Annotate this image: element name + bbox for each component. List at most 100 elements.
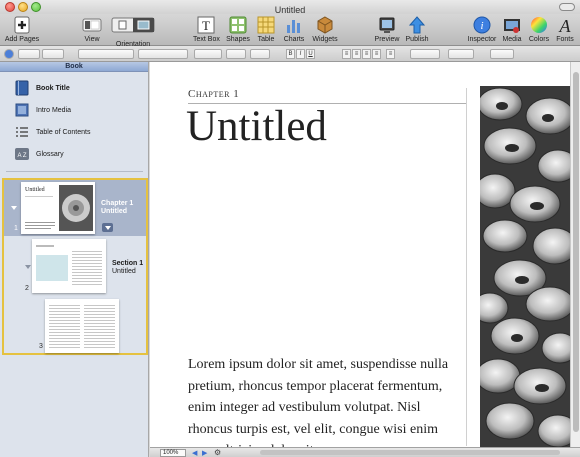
table-button[interactable]: Table bbox=[255, 15, 277, 43]
media-button[interactable]: Media bbox=[500, 15, 524, 43]
sidebar-item-label: Book Title bbox=[36, 84, 70, 92]
text-box-button[interactable]: T Text Box bbox=[193, 15, 220, 43]
colors-button[interactable]: Colors bbox=[527, 15, 551, 43]
media-icon bbox=[504, 19, 520, 33]
chapter-row[interactable]: 1 Untitled Chapter 1 Untitled bbox=[4, 180, 146, 236]
styles-drawer-button[interactable] bbox=[4, 49, 14, 59]
section-disclosure-icon[interactable] bbox=[25, 265, 31, 269]
widgets-button[interactable]: Widgets bbox=[311, 15, 339, 43]
list-style-popup[interactable] bbox=[42, 49, 64, 59]
view-label: View bbox=[84, 36, 100, 43]
chapter-menu-button[interactable] bbox=[102, 223, 113, 232]
charts-button[interactable]: Charts bbox=[282, 15, 306, 43]
sidebar-item-glossary[interactable]: A Z Glossary bbox=[14, 145, 64, 163]
section-title: Section 1 bbox=[112, 260, 144, 267]
flower-photo[interactable] bbox=[480, 86, 570, 447]
charts-icon bbox=[287, 20, 300, 33]
chapter-label[interactable]: Chapter 1 bbox=[188, 88, 239, 100]
fonts-icon: A bbox=[559, 16, 572, 35]
next-page-icon[interactable]: ▶ bbox=[202, 449, 207, 457]
previous-page-icon[interactable]: ◀ bbox=[192, 449, 197, 457]
section-thumbnail[interactable] bbox=[32, 239, 106, 293]
section-number: 2 bbox=[25, 285, 29, 292]
list-icon bbox=[16, 127, 28, 137]
text-color-well[interactable] bbox=[226, 49, 246, 59]
orientation-icon bbox=[111, 17, 155, 33]
font-family-popup[interactable] bbox=[78, 49, 134, 59]
svg-text:i: i bbox=[480, 20, 483, 32]
bold-button[interactable]: B bbox=[286, 49, 295, 59]
align-center-button[interactable]: ≡ bbox=[352, 49, 361, 59]
text-box-label: Text Box bbox=[193, 36, 220, 43]
calla-lily-image bbox=[480, 86, 570, 447]
thumbnail-title: Untitled bbox=[25, 187, 45, 193]
shapes-button[interactable]: Shapes bbox=[226, 15, 250, 43]
body-text[interactable]: Lorem ipsum dolor sit amet, suspendisse … bbox=[188, 354, 464, 457]
book-sidebar: Book Book Title Intro Media Table of Con… bbox=[0, 62, 149, 457]
add-pages-label: Add Pages bbox=[4, 36, 40, 43]
page-thumbnail[interactable] bbox=[45, 299, 119, 353]
preview-label: Preview bbox=[374, 36, 400, 43]
paragraph-style-popup[interactable] bbox=[18, 49, 40, 59]
align-right-button[interactable]: ≡ bbox=[362, 49, 371, 59]
colors-label: Colors bbox=[528, 36, 550, 43]
chapter-title: Chapter 1 bbox=[101, 200, 134, 207]
underline-button[interactable]: U bbox=[306, 49, 315, 59]
horizontal-scrollbar[interactable] bbox=[260, 450, 560, 455]
italic-button[interactable]: I bbox=[296, 49, 305, 59]
toolbar: Add Pages View Orientation T Text Box Sh… bbox=[0, 14, 580, 48]
preview-icon bbox=[379, 17, 395, 33]
sidebar-item-table-of-contents[interactable]: Table of Contents bbox=[14, 123, 90, 141]
inspector-button[interactable]: i Inspector bbox=[467, 15, 497, 43]
sidebar-item-label: Table of Contents bbox=[36, 128, 91, 136]
media-label: Media bbox=[502, 36, 522, 43]
align-left-button[interactable]: ≡ bbox=[342, 49, 351, 59]
sidebar-item-book-title[interactable]: Book Title bbox=[14, 79, 70, 97]
view-button[interactable]: View bbox=[80, 15, 104, 43]
columns-popup[interactable] bbox=[448, 49, 474, 59]
text-box-icon: T bbox=[197, 16, 215, 34]
charts-label: Charts bbox=[283, 36, 305, 43]
shapes-icon bbox=[229, 16, 247, 34]
sidebar-header: Book bbox=[0, 62, 148, 72]
list-bullets-popup[interactable] bbox=[490, 49, 514, 59]
line-spacing-popup[interactable] bbox=[410, 49, 440, 59]
vertical-scrollbar[interactable] bbox=[570, 62, 580, 447]
sidebar-divider bbox=[6, 171, 143, 172]
disclosure-triangle-icon[interactable] bbox=[11, 206, 17, 210]
chapter-subtitle: Untitled bbox=[101, 208, 128, 215]
font-size-popup[interactable] bbox=[194, 49, 222, 59]
align-justify-button[interactable]: ≡ bbox=[372, 49, 381, 59]
gear-icon[interactable]: ⚙ bbox=[214, 448, 221, 457]
minimize-window-button[interactable] bbox=[18, 2, 28, 12]
thumbnail-photo bbox=[59, 185, 93, 231]
highlight-color-well[interactable] bbox=[250, 49, 270, 59]
zoom-popup[interactable]: 100% bbox=[160, 449, 186, 457]
publish-button[interactable]: Publish bbox=[404, 15, 430, 43]
shapes-label: Shapes bbox=[226, 36, 250, 43]
orientation-button[interactable]: Orientation bbox=[110, 15, 156, 48]
vertical-align-button[interactable]: ≡ bbox=[386, 49, 395, 59]
document-canvas[interactable]: Chapter 1 Untitled Lorem ipsum dolor sit… bbox=[150, 62, 570, 457]
close-window-button[interactable] bbox=[5, 2, 15, 12]
add-pages-button[interactable]: Add Pages bbox=[4, 15, 40, 43]
chevron-down-icon bbox=[105, 226, 111, 230]
fonts-button[interactable]: A Fonts bbox=[554, 15, 576, 43]
document-title[interactable]: Untitled bbox=[186, 102, 327, 151]
preview-button[interactable]: Preview bbox=[374, 15, 400, 43]
toolbar-toggle-button[interactable] bbox=[559, 3, 575, 11]
color-wheel-icon bbox=[531, 17, 547, 33]
chapter-thumbnail[interactable]: Untitled bbox=[21, 182, 95, 234]
chapter-selection[interactable]: 1 Untitled Chapter 1 Untitled 2 Section … bbox=[2, 178, 148, 355]
fonts-label: Fonts bbox=[556, 36, 574, 43]
zoom-window-button[interactable] bbox=[31, 2, 41, 12]
table-label: Table bbox=[257, 36, 275, 43]
vertical-scroll-thumb[interactable] bbox=[573, 72, 579, 432]
font-typeface-popup[interactable] bbox=[138, 49, 188, 59]
svg-text:A: A bbox=[559, 16, 572, 35]
svg-text:T: T bbox=[202, 18, 210, 33]
sidebar-item-label: Glossary bbox=[36, 150, 64, 158]
sidebar-item-intro-media[interactable]: Intro Media bbox=[14, 101, 71, 119]
table-icon bbox=[257, 16, 275, 34]
page-number: 3 bbox=[39, 343, 43, 350]
